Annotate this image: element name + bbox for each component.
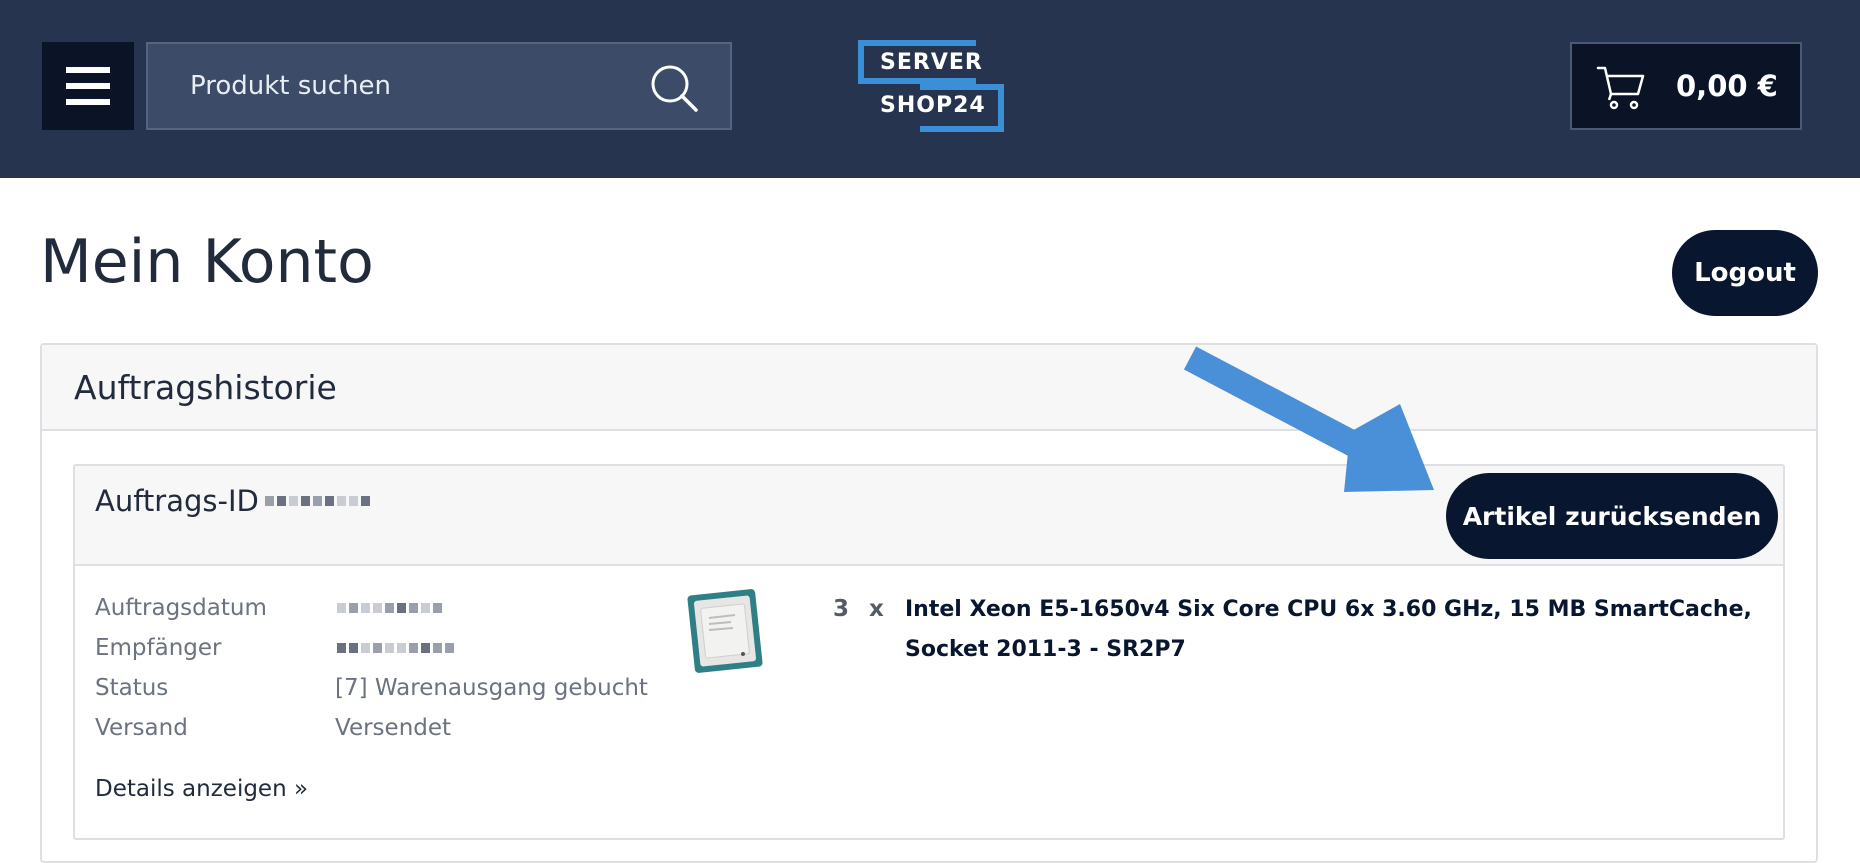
order-history-panel: Auftragshistorie Auftrags-ID Artikel zur…: [40, 343, 1818, 863]
item-times-sign: x: [869, 596, 884, 622]
cpu-product-image[interactable]: [685, 588, 765, 674]
detail-label-status: Status: [95, 675, 169, 701]
order-card: Auftrags-ID Artikel zurücksenden Auftrag…: [73, 464, 1785, 840]
hamburger-icon-bar: [66, 67, 110, 73]
detail-value-shipping: Versendet: [335, 715, 452, 741]
show-details-link[interactable]: Details anzeigen »: [95, 776, 308, 802]
hamburger-icon-bar: [66, 99, 110, 105]
logo-text-line2: SHOP24: [880, 93, 986, 118]
search-icon[interactable]: [648, 62, 700, 114]
logout-button[interactable]: Logout: [1672, 230, 1818, 316]
logo-text-line1: SERVER: [880, 50, 983, 75]
search-input[interactable]: [188, 44, 628, 128]
cart-total: 0,00 €: [1676, 69, 1778, 103]
order-id-redacted: [265, 496, 370, 506]
cart-icon: [1596, 66, 1645, 110]
detail-label-recipient: Empfänger: [95, 635, 222, 661]
order-history-title: Auftragshistorie: [74, 368, 337, 407]
order-id-label: Auftrags-ID: [95, 484, 259, 518]
recipient-redacted: [337, 643, 454, 653]
item-quantity: 3: [833, 596, 850, 622]
order-history-header: Auftragshistorie: [42, 345, 1816, 431]
detail-label-shipping: Versand: [95, 715, 188, 741]
order-card-header: Auftrags-ID Artikel zurücksenden: [75, 466, 1783, 566]
cart-button[interactable]: 0,00 €: [1570, 42, 1802, 130]
site-header: SERVER SHOP24 0,00 €: [0, 0, 1860, 178]
page-title: Mein Konto: [40, 227, 374, 297]
detail-value-status: [7] Warenausgang gebucht: [335, 675, 648, 701]
return-items-button[interactable]: Artikel zurücksenden: [1446, 473, 1778, 559]
menu-button[interactable]: [42, 42, 134, 130]
item-product-link[interactable]: Intel Xeon E5-1650v4 Six Core CPU 6x 3.6…: [905, 590, 1775, 670]
detail-label-order-date: Auftragsdatum: [95, 595, 267, 621]
search-box: [146, 42, 732, 130]
hamburger-icon-bar: [66, 83, 110, 89]
site-logo[interactable]: SERVER SHOP24: [856, 38, 1006, 134]
order-date-redacted: [337, 603, 442, 613]
